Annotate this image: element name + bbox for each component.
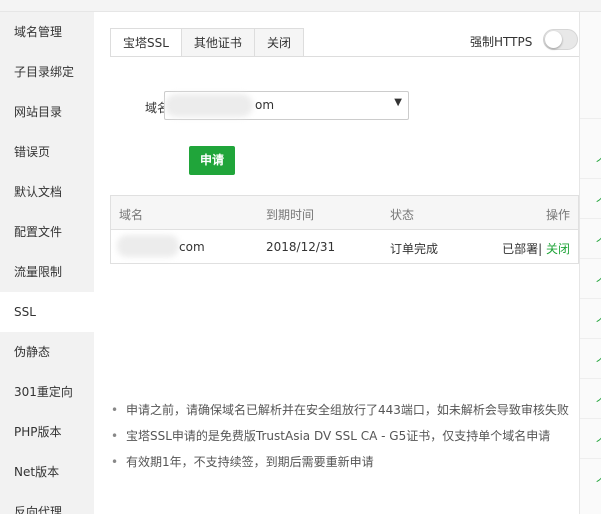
edge-glyph: 个 — [596, 154, 601, 170]
note-text: 有效期1年，不支持续签，到期后需要重新申请 — [126, 455, 374, 469]
chevron-down-icon: ▼ — [394, 97, 402, 108]
sidebar-item-error-page[interactable]: 错误页 — [0, 132, 94, 172]
edge-divider — [580, 378, 601, 379]
row-domain: com — [179, 240, 205, 254]
edge-glyph: 个 — [596, 354, 601, 370]
edge-glyph: 个 — [596, 194, 601, 210]
edge-divider — [580, 178, 601, 179]
sidebar-item-domain-manage[interactable]: 域名管理 — [0, 12, 94, 52]
force-https-label: 强制HTTPS — [470, 35, 533, 49]
close-cert-link[interactable]: 关闭 — [546, 242, 570, 256]
ssl-tabs: 宝塔SSL 其他证书 关闭 — [110, 28, 304, 57]
sidebar-item-ssl[interactable]: SSL — [0, 292, 94, 332]
note-text: 申请之前，请确保域名已解析并在安全组放行了443端口，如未解析会导致审核失败 — [126, 403, 569, 417]
note-text: 宝塔SSL申请的是免费版TrustAsia DV SSL CA - G5证书，仅… — [126, 429, 551, 443]
edge-divider — [580, 218, 601, 219]
sidebar-item-config-file[interactable]: 配置文件 — [0, 212, 94, 252]
bullet-icon: • — [111, 455, 119, 469]
sidebar-item-rewrite[interactable]: 伪静态 — [0, 332, 94, 372]
window-top-bar — [0, 0, 601, 12]
table-header: 域名 到期时间 状态 操作 — [111, 196, 578, 230]
bullet-icon: • — [111, 403, 119, 417]
edge-divider — [580, 118, 601, 119]
edge-glyph: 个 — [596, 234, 601, 250]
edge-glyph: 个 — [596, 474, 601, 490]
edge-divider — [580, 418, 601, 419]
col-header-domain: 域名 — [119, 208, 144, 222]
sidebar-item-traffic-limit[interactable]: 流量限制 — [0, 252, 94, 292]
background-page-edge: 个 个 个 个 个 个 个 个 个 — [579, 12, 601, 514]
note-item: • 宝塔SSL申请的是免费版TrustAsia DV SSL CA - G5证书，… — [108, 426, 578, 452]
edge-divider — [580, 258, 601, 259]
sidebar: 域名管理 子目录绑定 网站目录 错误页 默认文档 配置文件 流量限制 SSL 伪… — [0, 12, 94, 514]
note-item: • 申请之前，请确保域名已解析并在安全组放行了443端口，如未解析会导致审核失败 — [108, 400, 578, 426]
edge-divider — [580, 298, 601, 299]
tab-baota-ssl[interactable]: 宝塔SSL — [110, 28, 182, 57]
cert-table: 域名 到期时间 状态 操作 com 2018/12/31 订单完成 已部署| 关… — [110, 195, 579, 264]
ssl-panel: 宝塔SSL 其他证书 关闭 强制HTTPS 域名 om ▼ 申请 域名 到期时间… — [94, 12, 579, 514]
edge-glyph: 个 — [596, 314, 601, 330]
edge-glyph: 个 — [596, 394, 601, 410]
sidebar-item-php-version[interactable]: PHP版本 — [0, 412, 94, 452]
action-separator: | — [538, 242, 543, 256]
redacted-domain-mask — [117, 235, 179, 257]
edge-glyph: 个 — [596, 274, 601, 290]
row-expire: 2018/12/31 — [266, 240, 336, 254]
row-status: 订单完成 — [390, 242, 439, 256]
col-header-action: 操作 — [545, 208, 570, 222]
apply-button[interactable]: 申请 — [189, 146, 235, 175]
sidebar-item-subdir-binding[interactable]: 子目录绑定 — [0, 52, 94, 92]
sidebar-item-reverse-proxy[interactable]: 反向代理 — [0, 492, 94, 514]
domain-select-value: om — [255, 98, 275, 112]
col-header-status: 状态 — [390, 208, 415, 222]
deployed-label: 已部署 — [502, 242, 539, 256]
tab-other-cert[interactable]: 其他证书 — [181, 28, 255, 57]
edge-divider — [580, 338, 601, 339]
tab-close-ssl[interactable]: 关闭 — [254, 28, 304, 57]
sidebar-item-redirect-301[interactable]: 301重定向 — [0, 372, 94, 412]
bullet-icon: • — [111, 429, 119, 443]
sidebar-item-site-dir[interactable]: 网站目录 — [0, 92, 94, 132]
notes-list: • 申请之前，请确保域名已解析并在安全组放行了443端口，如未解析会导致审核失败 … — [108, 400, 578, 478]
redacted-domain-mask — [165, 94, 253, 117]
sidebar-item-default-doc[interactable]: 默认文档 — [0, 172, 94, 212]
tabs-divider — [110, 56, 579, 57]
col-header-expire: 到期时间 — [266, 208, 315, 222]
table-row: com 2018/12/31 订单完成 已部署| 关闭 — [111, 230, 578, 263]
row-actions: 已部署| 关闭 — [502, 240, 570, 257]
note-item: • 有效期1年，不支持续签，到期后需要重新申请 — [108, 452, 578, 478]
domain-select[interactable]: om ▼ — [164, 91, 409, 120]
toggle-knob — [545, 31, 562, 48]
edge-divider — [580, 458, 601, 459]
sidebar-item-net-version[interactable]: Net版本 — [0, 452, 94, 492]
edge-glyph: 个 — [596, 434, 601, 450]
force-https-toggle[interactable] — [543, 29, 578, 50]
